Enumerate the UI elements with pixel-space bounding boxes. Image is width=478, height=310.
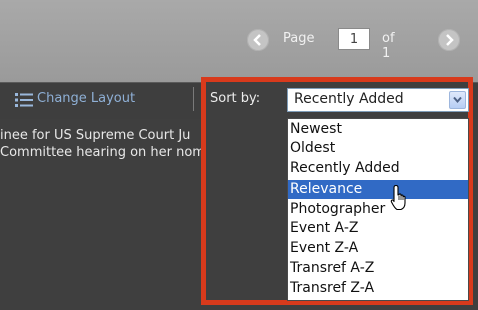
list-layout-icon[interactable]	[15, 93, 33, 107]
sort-option-event-z-a[interactable]: Event Z-A	[288, 239, 468, 258]
sort-select[interactable]: Recently Added	[287, 88, 469, 112]
change-layout-link[interactable]: Change Layout	[37, 91, 135, 106]
sort-option-newest[interactable]: Newest	[288, 120, 468, 139]
page-label: Page	[283, 31, 315, 46]
chevron-right-icon	[446, 34, 454, 46]
dropdown-arrow-button[interactable]	[449, 91, 466, 109]
toolbar-divider	[193, 87, 194, 111]
sort-option-transref-a-z[interactable]: Transref A-Z	[288, 259, 468, 278]
sort-option-recently-added[interactable]: Recently Added	[288, 159, 468, 178]
hand-cursor-icon	[390, 184, 406, 211]
top-bar	[0, 0, 478, 82]
sort-by-label: Sort by:	[210, 91, 261, 106]
sort-option-event-a-z[interactable]: Event A-Z	[288, 219, 468, 238]
chevron-left-icon	[253, 34, 261, 46]
sort-option-photographer[interactable]: Photographer	[288, 200, 468, 219]
page-count-label: of 1	[382, 31, 395, 61]
sort-select-value: Recently Added	[294, 91, 404, 107]
sort-option-relevance[interactable]: Relevance	[288, 180, 468, 199]
page-number-input[interactable]	[338, 28, 370, 50]
sort-options-list: Newest Oldest Recently Added Relevance P…	[287, 118, 469, 301]
sort-option-transref-z-a[interactable]: Transref Z-A	[288, 279, 468, 298]
sort-option-oldest[interactable]: Oldest	[288, 139, 468, 158]
next-page-button[interactable]	[438, 29, 460, 51]
previous-page-button[interactable]	[247, 29, 269, 51]
caption-line-1: inee for US Supreme Court Ju	[0, 128, 191, 143]
chevron-down-icon	[453, 96, 462, 104]
caption-line-2: Committee hearing on her nom	[0, 145, 205, 160]
